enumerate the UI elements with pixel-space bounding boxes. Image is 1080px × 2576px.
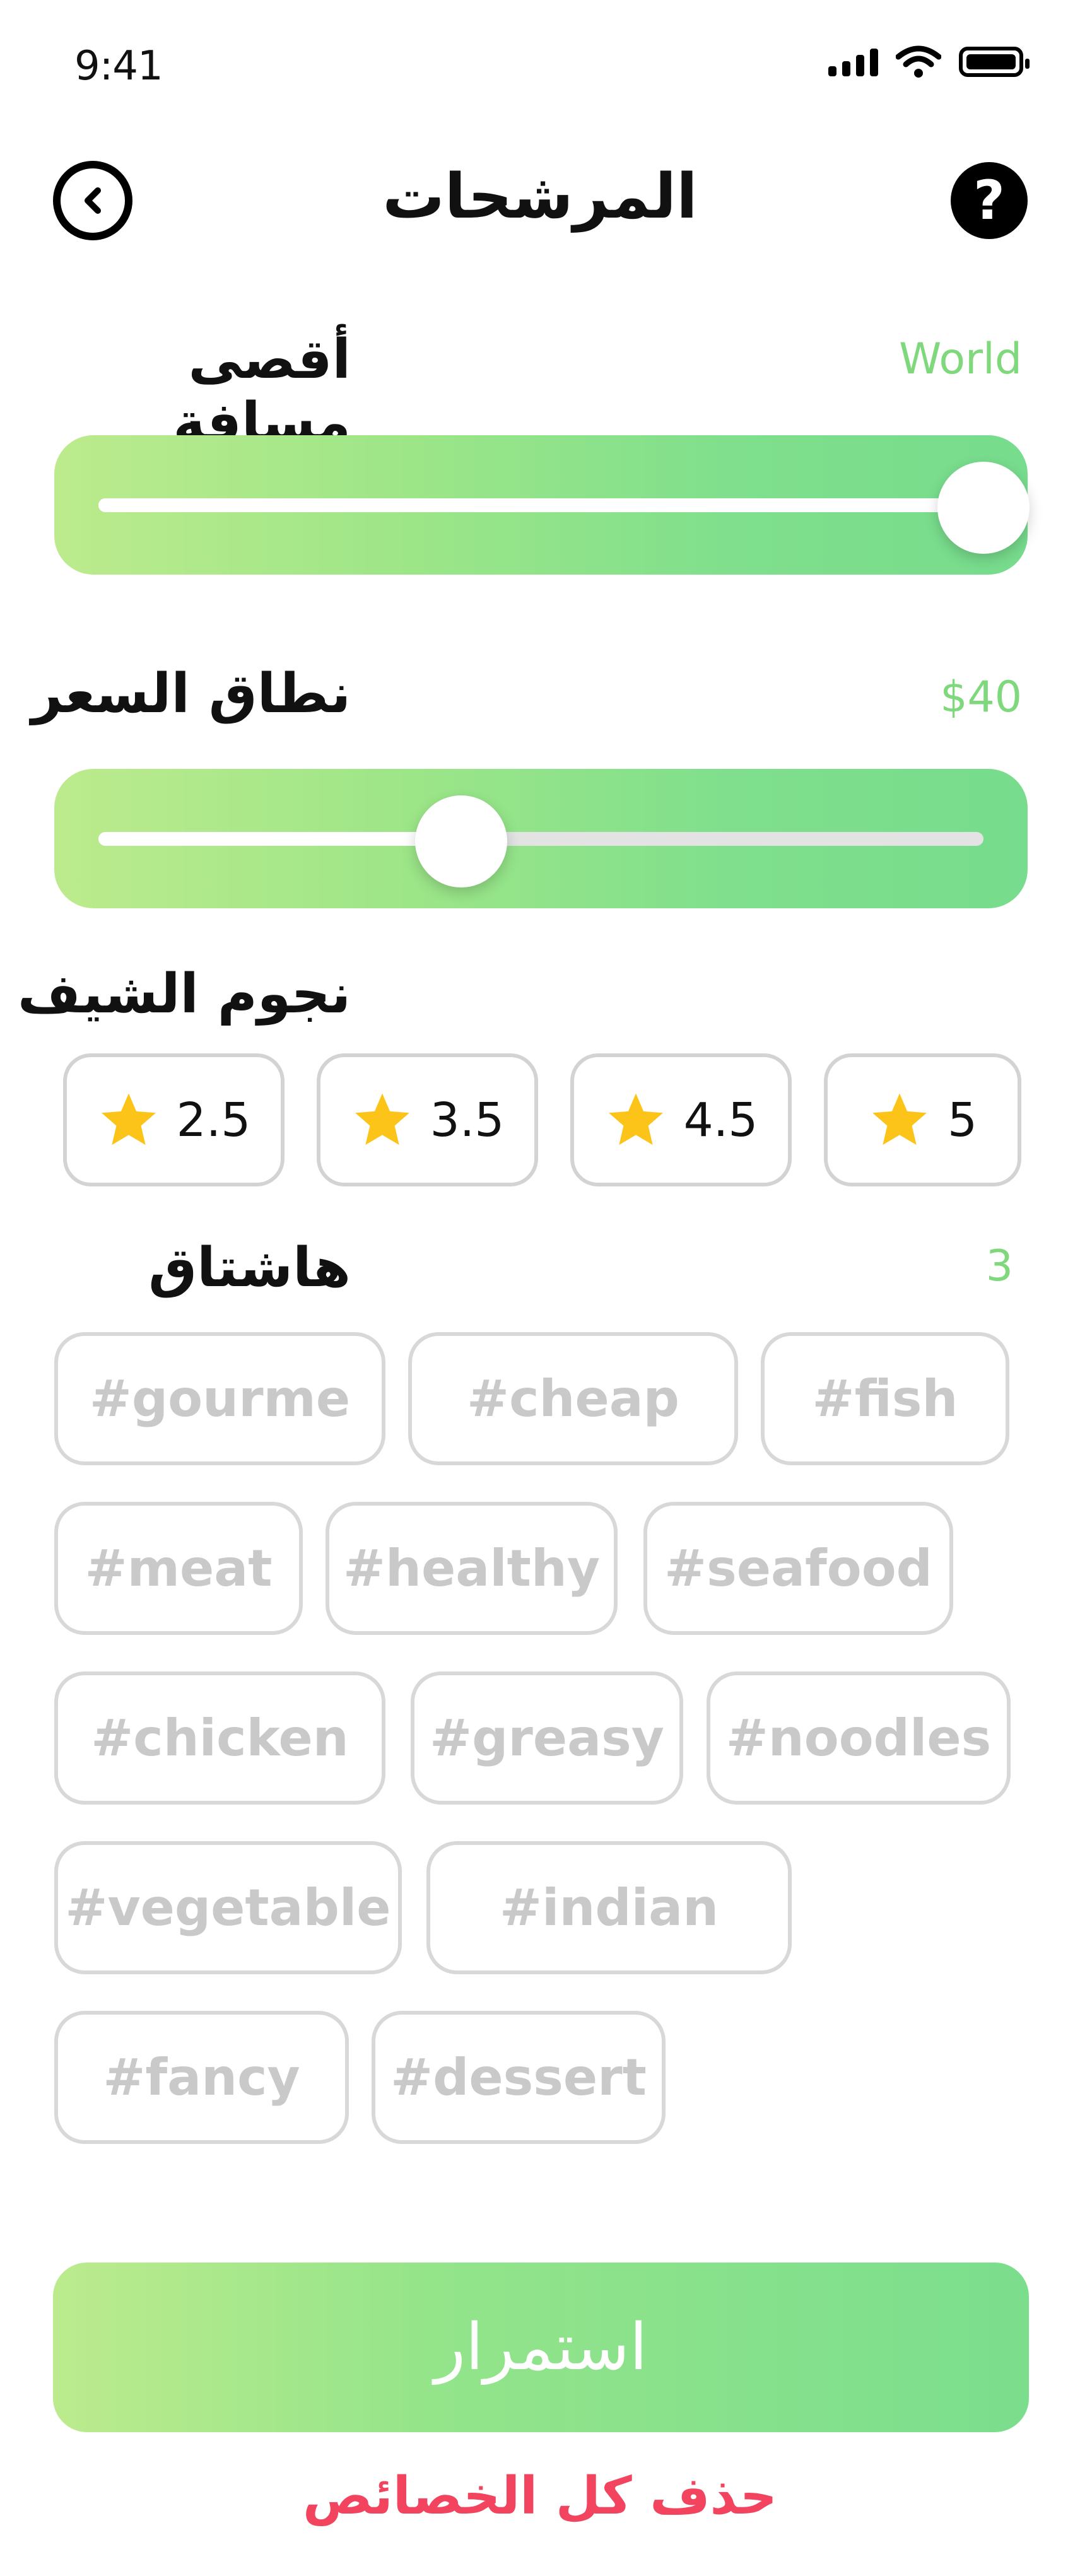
rating-value: 5 bbox=[947, 1092, 978, 1147]
hashtag-chip[interactable]: #cheap bbox=[408, 1332, 738, 1465]
distance-track-fill bbox=[98, 498, 983, 512]
distance-value: World bbox=[899, 334, 1022, 384]
price-slider-thumb[interactable] bbox=[415, 795, 508, 887]
question-icon: ? bbox=[973, 169, 1005, 232]
rating-chip-3-5[interactable]: 3.5 bbox=[317, 1053, 538, 1186]
hashtag-chip[interactable]: #vegetable bbox=[54, 1841, 402, 1974]
chevron-left-circle-icon bbox=[85, 187, 101, 214]
price-label: نطاق السعر bbox=[31, 662, 351, 725]
rating-value: 2.5 bbox=[176, 1092, 251, 1147]
distance-slider-thumb[interactable] bbox=[937, 462, 1030, 554]
hashtag-chip[interactable]: #gourme bbox=[54, 1332, 385, 1465]
hashtag-chip[interactable]: #greasy bbox=[411, 1671, 683, 1805]
hashtag-chip[interactable]: #fancy bbox=[54, 2011, 349, 2144]
page-title: المرشحات bbox=[382, 161, 698, 233]
rating-chip-5[interactable]: 5 bbox=[824, 1053, 1021, 1186]
hashtag-chip[interactable]: #fish bbox=[761, 1332, 1009, 1465]
clear-all-filters-link[interactable]: حذف كل الخصائص bbox=[265, 2466, 815, 2526]
rating-options: 2.5 3.5 4.5 5 bbox=[63, 1053, 1021, 1186]
star-icon bbox=[101, 1093, 156, 1145]
distance-track bbox=[98, 498, 983, 512]
hashtag-chip[interactable]: #noodles bbox=[707, 1671, 1011, 1805]
hashtag-chip[interactable]: #dessert bbox=[372, 2011, 666, 2144]
hashtag-chip[interactable]: #healthy bbox=[326, 1502, 618, 1635]
distance-slider[interactable] bbox=[54, 435, 1030, 575]
status-icons bbox=[828, 45, 1030, 78]
wifi-icon bbox=[896, 45, 941, 78]
continue-button[interactable]: استمرار bbox=[53, 2263, 1029, 2432]
rating-chip-4-5[interactable]: 4.5 bbox=[570, 1053, 792, 1186]
hashtag-chip[interactable]: #meat bbox=[54, 1502, 303, 1635]
hashtags-count: 3 bbox=[985, 1241, 1013, 1291]
rating-chip-2-5[interactable]: 2.5 bbox=[63, 1053, 285, 1186]
hashtags-label: هاشتاق bbox=[148, 1236, 351, 1299]
battery-icon bbox=[959, 47, 1030, 77]
star-icon bbox=[608, 1093, 663, 1145]
back-button[interactable] bbox=[53, 161, 132, 240]
price-track-fill bbox=[98, 832, 462, 846]
hashtag-chip[interactable]: #chicken bbox=[54, 1671, 385, 1805]
status-time: 9:41 bbox=[74, 43, 163, 90]
rating-value: 4.5 bbox=[683, 1092, 758, 1147]
hashtag-list: #gourme #cheap #fish #meat #healthy #sea… bbox=[54, 1332, 1028, 2152]
hashtag-chip[interactable]: #indian bbox=[426, 1841, 792, 1974]
price-value: $40 bbox=[940, 672, 1022, 722]
help-button[interactable]: ? bbox=[951, 162, 1028, 239]
rating-value: 3.5 bbox=[430, 1092, 505, 1147]
cellular-signal-icon bbox=[828, 47, 878, 76]
star-icon bbox=[872, 1093, 927, 1145]
star-icon bbox=[355, 1093, 409, 1145]
hashtag-chip[interactable]: #seafood bbox=[643, 1502, 953, 1635]
price-slider[interactable] bbox=[54, 769, 1028, 908]
price-track bbox=[98, 832, 983, 846]
rating-label: نجوم الشيف bbox=[18, 963, 351, 1026]
